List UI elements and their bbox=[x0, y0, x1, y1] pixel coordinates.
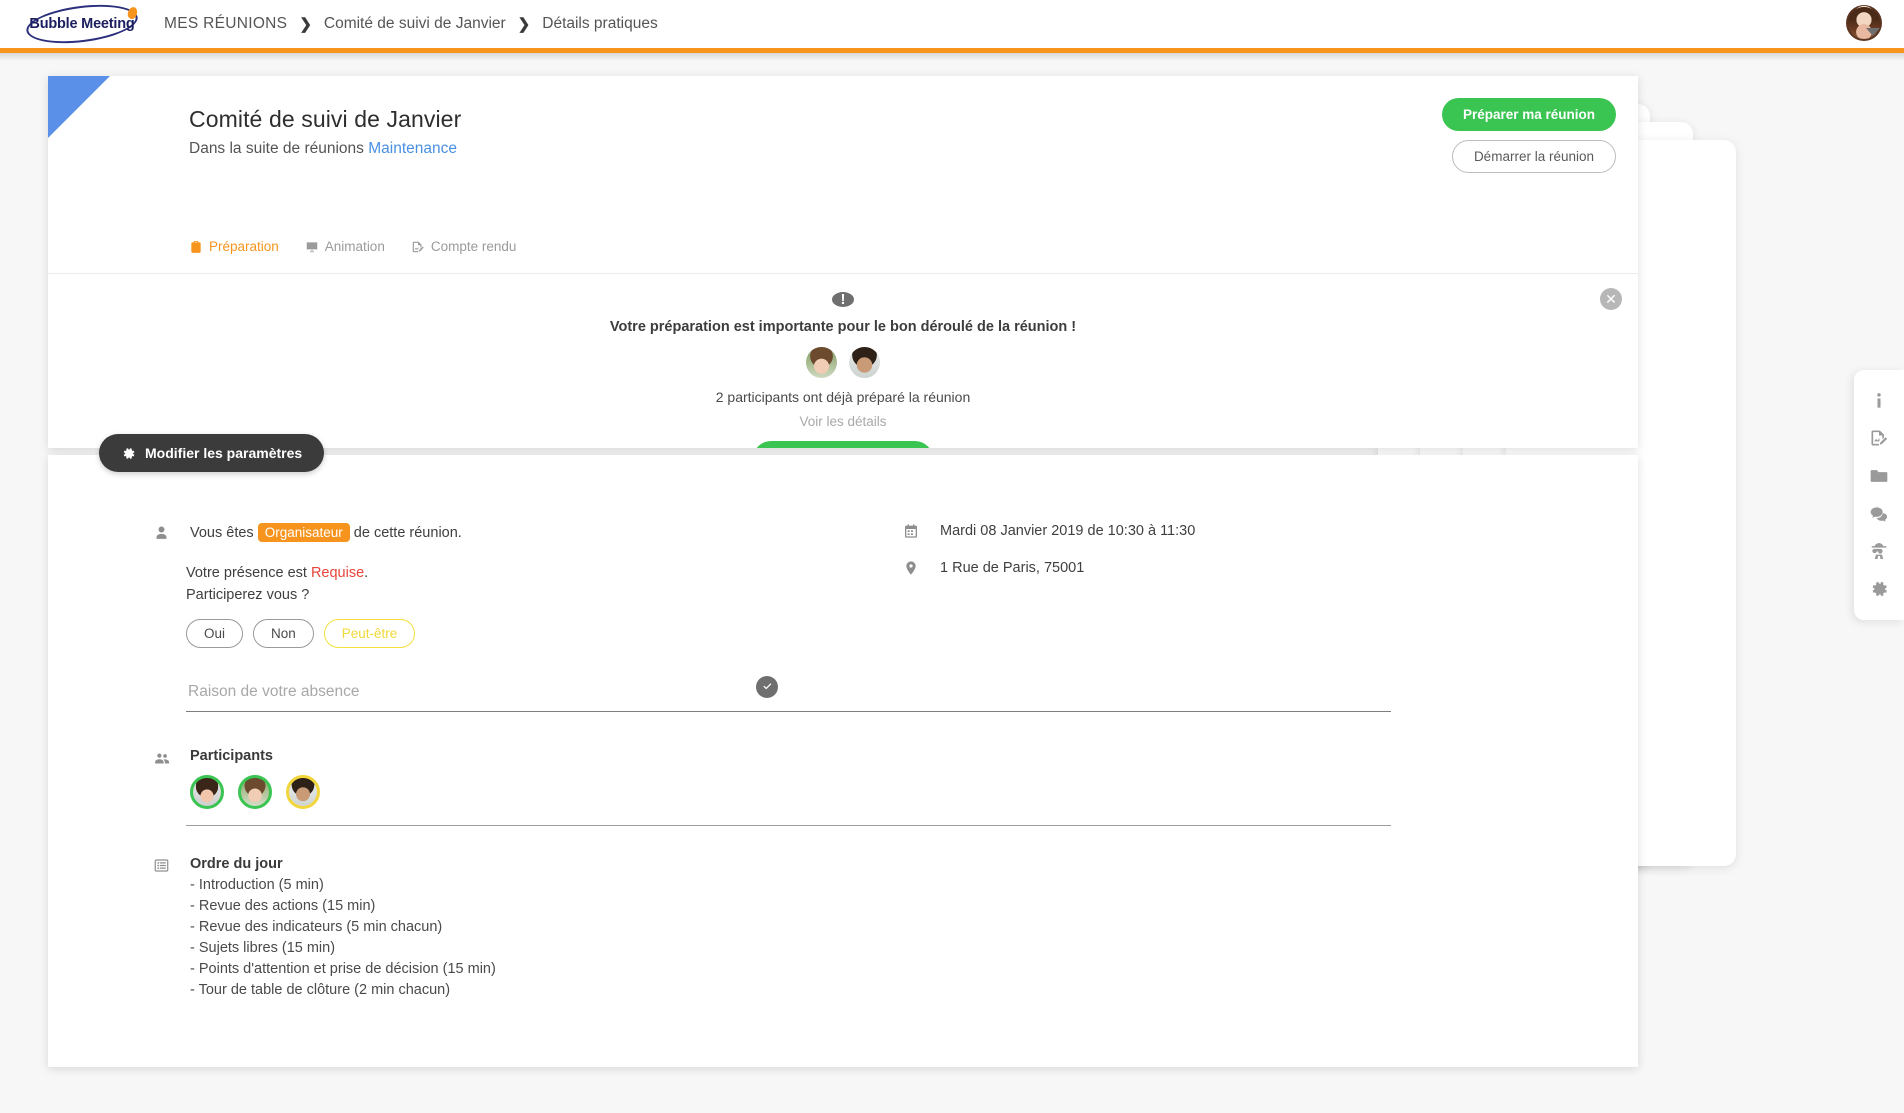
chevron-down-icon[interactable] bbox=[1866, 28, 1880, 36]
right-details-column: Mardi 08 Janvier 2019 de 10:30 à 11:30 1… bbox=[903, 523, 1543, 597]
participants-divider bbox=[186, 824, 1391, 826]
logo-text: Bubble Meeting bbox=[29, 16, 135, 32]
confirm-check-icon[interactable] bbox=[756, 675, 778, 698]
prepared-participants-avatars bbox=[806, 347, 880, 378]
agenda-item: - Introduction (5 min) bbox=[190, 876, 324, 893]
top-navigation-bar: Bubble Meeting MES RÉUNIONS ❯ Comité de … bbox=[0, 0, 1904, 49]
participants-section: Participants bbox=[153, 748, 943, 809]
breadcrumb-item-meeting[interactable]: Comité de suivi de Janvier bbox=[324, 15, 506, 33]
banner-headline: Votre préparation est importante pour le… bbox=[609, 319, 1077, 335]
location-row: 1 Rue de Paris, 75001 bbox=[903, 560, 1543, 576]
breadcrumb-item-details[interactable]: Détails pratiques bbox=[542, 15, 657, 33]
absence-reason-input[interactable] bbox=[186, 681, 1391, 702]
meeting-series-subtitle: Dans la suite de réunions Maintenance bbox=[189, 140, 461, 158]
meeting-header-panel: Comité de suivi de Janvier Dans la suite… bbox=[48, 76, 1638, 448]
answer-maybe-button[interactable]: Peut-être bbox=[323, 618, 416, 648]
exclamation-icon: ! bbox=[832, 292, 854, 307]
participant-avatar[interactable] bbox=[286, 774, 320, 809]
tab-animation-label: Animation bbox=[324, 239, 385, 254]
location-pin-icon bbox=[903, 560, 919, 576]
participate-question: Participerez vous ? bbox=[186, 587, 310, 604]
agenda-item: - Sujets libres (15 min) bbox=[190, 939, 336, 956]
header-accent-bar bbox=[0, 48, 1904, 53]
header-actions: Préparer ma réunion Démarrer la réunion bbox=[1441, 98, 1616, 173]
side-tool-rail bbox=[1854, 370, 1904, 620]
left-details-column: Vous êtes Organisateur de cette réunion.… bbox=[153, 523, 1391, 998]
person-icon bbox=[153, 524, 170, 541]
practical-details-panel: Modifier les paramètres Vous êtes Organi… bbox=[48, 434, 1638, 1067]
subtitle-prefix: Dans la suite de réunions bbox=[189, 140, 364, 157]
agenda-item: - Points d'attention et prise de décisio… bbox=[190, 960, 496, 977]
agenda-item: - Revue des indicateurs (5 min chacun) bbox=[190, 918, 443, 935]
answer-yes-button[interactable]: Oui bbox=[186, 618, 244, 648]
participant-avatar[interactable] bbox=[238, 774, 272, 809]
report-edit-icon[interactable] bbox=[1864, 423, 1894, 453]
role-suffix: de cette réunion. bbox=[353, 525, 462, 541]
app-logo[interactable]: Bubble Meeting bbox=[22, 0, 142, 49]
role-text: Vous êtes Organisateur de cette réunion. bbox=[190, 523, 462, 542]
role-row: Vous êtes Organisateur de cette réunion. bbox=[153, 523, 943, 542]
folder-icon[interactable] bbox=[1864, 461, 1894, 491]
presence-suffix: . bbox=[364, 565, 369, 581]
edit-settings-button[interactable]: Modifier les paramètres bbox=[99, 434, 325, 472]
report-edit-icon bbox=[411, 240, 425, 254]
corner-accent-triangle bbox=[48, 76, 110, 138]
presence-block: Votre présence est Requise. Participerez… bbox=[186, 562, 943, 607]
gear-icon bbox=[121, 446, 136, 461]
breadcrumb-separator-icon: ❯ bbox=[299, 16, 312, 33]
tab-report-label: Compte rendu bbox=[430, 239, 517, 254]
meeting-datetime: Mardi 08 Janvier 2019 de 10:30 à 11:30 bbox=[940, 523, 1196, 539]
clipboard-check-icon bbox=[189, 240, 203, 254]
close-icon[interactable]: ✕ bbox=[1600, 288, 1622, 310]
role-badge: Organisateur bbox=[257, 523, 350, 542]
breadcrumb-separator-icon: ❯ bbox=[517, 16, 531, 33]
participants-label: Participants bbox=[190, 747, 273, 764]
see-details-link[interactable]: Voir les détails bbox=[799, 414, 886, 429]
participation-answer-buttons: Oui Non Peut-être bbox=[186, 618, 943, 648]
participant-avatar[interactable] bbox=[190, 774, 224, 809]
role-prefix: Vous êtes bbox=[190, 525, 254, 541]
agenda-item: - Tour de table de clôture (2 min chacun… bbox=[190, 981, 451, 998]
meeting-tabs: Préparation Animation Compte rendu bbox=[189, 239, 516, 254]
calendar-icon bbox=[903, 523, 919, 539]
page-title: Comité de suivi de Janvier bbox=[189, 106, 462, 132]
prepared-participant-avatar[interactable] bbox=[806, 347, 837, 378]
spy-icon[interactable] bbox=[1864, 536, 1894, 566]
datetime-row: Mardi 08 Janvier 2019 de 10:30 à 11:30 bbox=[903, 523, 1543, 539]
meeting-location: 1 Rue de Paris, 75001 bbox=[940, 560, 1085, 576]
presence-line: Votre présence est Requise. bbox=[186, 562, 943, 584]
breadcrumb: MES RÉUNIONS ❯ Comité de suivi de Janvie… bbox=[164, 15, 658, 33]
prepared-participant-avatar[interactable] bbox=[849, 347, 880, 378]
meeting-series-link[interactable]: Maintenance bbox=[368, 140, 457, 157]
breadcrumb-item-meetings[interactable]: MES RÉUNIONS bbox=[164, 15, 287, 33]
answer-no-button[interactable]: Non bbox=[253, 618, 314, 648]
presence-prefix: Votre présence est bbox=[186, 565, 307, 581]
presentation-icon bbox=[305, 240, 319, 254]
tab-report[interactable]: Compte rendu bbox=[411, 239, 517, 254]
participants-content: Participants bbox=[190, 748, 320, 809]
edit-settings-label: Modifier les paramètres bbox=[145, 445, 303, 461]
title-block: Comité de suivi de Janvier Dans la suite… bbox=[189, 106, 461, 158]
agenda-content: Ordre du jour - Introduction (5 min) - R… bbox=[190, 856, 496, 998]
agenda-item: - Revue des actions (15 min) bbox=[190, 897, 376, 914]
preparation-banner: ! Votre préparation est importante pour … bbox=[48, 273, 1638, 448]
participants-avatars bbox=[190, 774, 320, 809]
presence-required-value: Requise bbox=[310, 565, 365, 581]
prepared-count-text: 2 participants ont déjà préparé la réuni… bbox=[715, 389, 971, 405]
tab-preparation-label: Préparation bbox=[209, 239, 279, 254]
chat-icon[interactable] bbox=[1864, 499, 1894, 529]
prepare-meeting-button[interactable]: Préparer ma réunion bbox=[1441, 98, 1616, 131]
agenda-section: Ordre du jour - Introduction (5 min) - R… bbox=[153, 856, 943, 998]
list-icon bbox=[153, 857, 170, 874]
absence-reason-field bbox=[186, 675, 1391, 712]
info-icon[interactable] bbox=[1864, 386, 1894, 416]
header-shadow bbox=[0, 53, 1904, 61]
start-meeting-button[interactable]: Démarrer la réunion bbox=[1451, 140, 1616, 173]
tab-animation[interactable]: Animation bbox=[305, 239, 385, 254]
banner-prepare-button[interactable]: Préparer ma réunion bbox=[752, 441, 934, 448]
agenda-title: Ordre du jour bbox=[190, 855, 283, 872]
tab-preparation[interactable]: Préparation bbox=[189, 239, 279, 254]
people-group-icon bbox=[153, 750, 170, 767]
gear-icon[interactable] bbox=[1864, 574, 1894, 604]
